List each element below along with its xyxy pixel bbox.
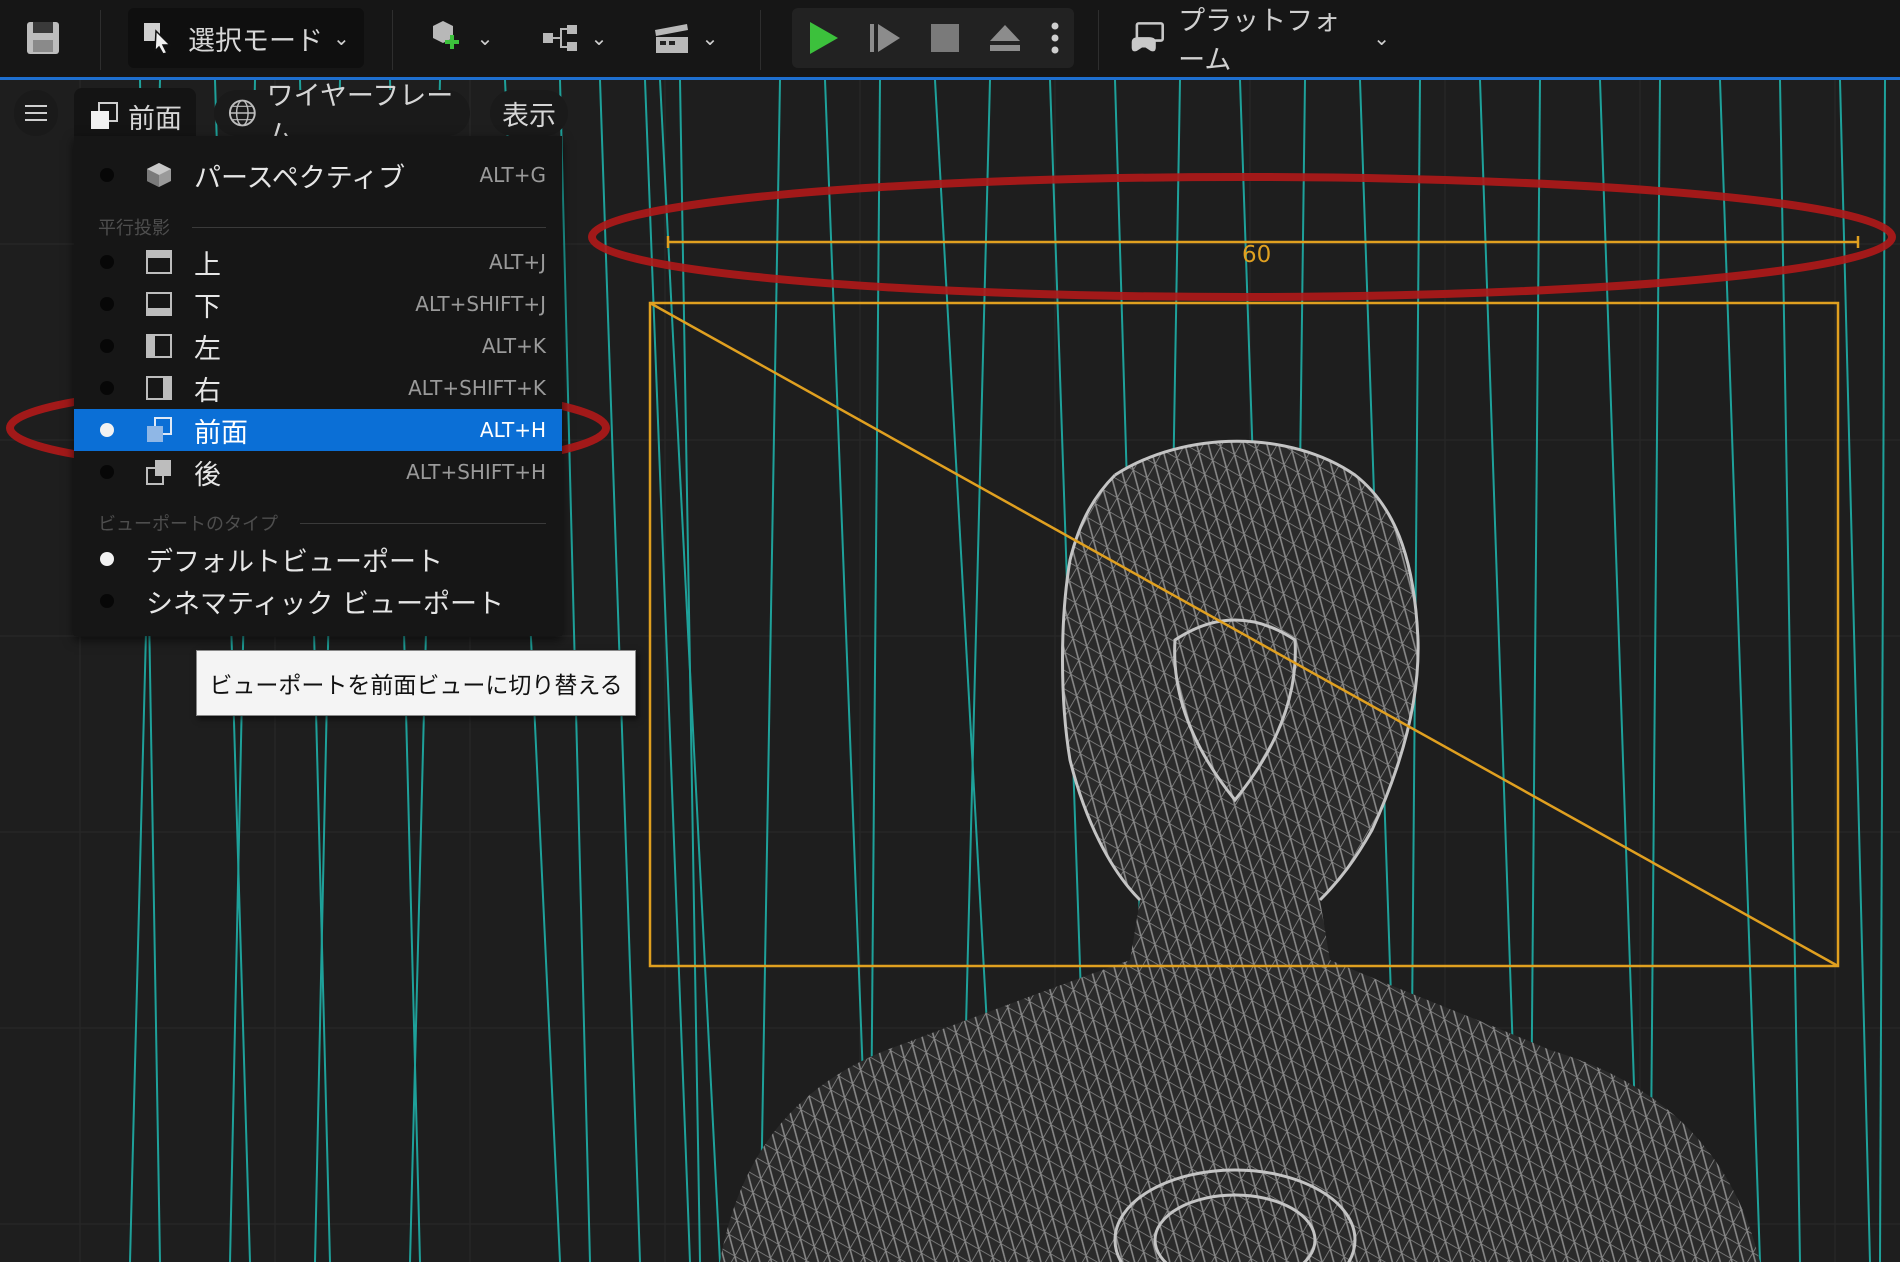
menu-item-right[interactable]: 右 ALT+SHIFT+K	[74, 367, 562, 409]
toolbar-divider	[100, 10, 101, 70]
menu-item-label: 左	[194, 333, 221, 365]
menu-item-label: パースペクティブ	[194, 162, 406, 194]
radio-dot	[100, 594, 114, 608]
toolbar-divider	[392, 10, 393, 70]
menu-item-label: 上	[194, 249, 221, 281]
shortcut-label: ALT+SHIFT+J	[415, 292, 546, 316]
radio-dot	[100, 168, 114, 182]
menu-item-cinematic-viewport[interactable]: シネマティック ビューポート	[74, 580, 562, 622]
menu-item-label: 下	[194, 291, 221, 323]
show-flags-button[interactable]: 表示	[490, 90, 568, 136]
wireframe-character	[720, 441, 1760, 1262]
shortcut-label: ALT+J	[489, 250, 546, 274]
radio-dot	[100, 255, 114, 269]
bottom-view-icon	[146, 292, 172, 316]
stop-icon[interactable]	[930, 23, 960, 53]
step-forward-icon[interactable]	[868, 20, 902, 56]
perspective-cube-icon	[147, 163, 171, 187]
platforms-label: プラットフォーム	[1178, 6, 1341, 76]
hamburger-menu-icon	[25, 105, 47, 121]
menu-item-label: 右	[194, 375, 221, 407]
selection-mode-dropdown[interactable]: 選択モード ⌄	[128, 8, 364, 68]
front-view-icon	[91, 102, 118, 129]
save-icon	[27, 22, 59, 54]
shortcut-label: ALT+K	[481, 334, 546, 358]
toolbar-divider	[1098, 10, 1099, 70]
front-view-icon	[147, 417, 172, 442]
menu-item-perspective[interactable]: パースペクティブ ALT+G	[74, 154, 562, 196]
radio-dot-selected	[100, 552, 114, 566]
menu-item-top[interactable]: 上 ALT+J	[74, 241, 562, 283]
blueprint-button[interactable]: ⌄	[534, 10, 614, 66]
radio-dot	[100, 465, 114, 479]
menu-item-bottom[interactable]: 下 ALT+SHIFT+J	[74, 283, 562, 325]
chevron-down-icon: ⌄	[701, 26, 719, 50]
radio-dot	[100, 381, 114, 395]
radio-dot	[100, 297, 114, 311]
view-type-label: 前面	[128, 103, 182, 135]
menu-item-default-viewport[interactable]: デフォルトビューポート	[74, 538, 562, 580]
main-toolbar: 選択モード ⌄ ⌄ ⌄ ⌄ プラットフォーム ⌄	[0, 0, 1900, 80]
play-icon[interactable]	[806, 20, 840, 56]
blueprint-icon	[542, 25, 577, 51]
platform-icon	[1131, 22, 1164, 52]
menu-item-label: 前面	[194, 417, 248, 449]
platforms-dropdown[interactable]: プラットフォーム ⌄	[1130, 6, 1390, 76]
toolbar-divider	[760, 10, 761, 70]
cursor-icon	[144, 23, 172, 55]
chevron-down-icon: ⌄	[333, 26, 350, 50]
chevron-down-icon: ⌄	[476, 26, 494, 50]
radio-dot	[100, 339, 114, 353]
measurement-label: 60	[1242, 242, 1272, 268]
level-viewport[interactable]: 60 前面 ワイヤーフレーム 表示	[0, 80, 1900, 1262]
menu-item-label: デフォルトビューポート	[146, 546, 443, 578]
menu-item-label: シネマティック ビューポート	[146, 588, 504, 620]
clapperboard-icon	[654, 24, 688, 53]
add-actor-button[interactable]: ⌄	[420, 10, 500, 66]
shortcut-label: ALT+H	[479, 418, 546, 442]
tooltip: ビューポートを前面ビューに切り替える	[196, 650, 636, 716]
back-view-icon	[146, 460, 171, 485]
selection-mode-label: 選択モード	[188, 25, 323, 57]
wireframe-sphere-icon	[228, 99, 256, 127]
eject-icon[interactable]	[988, 23, 1022, 53]
shortcut-label: ALT+SHIFT+K	[408, 376, 546, 400]
viewport-options-button[interactable]	[14, 90, 58, 136]
menu-item-front[interactable]: 前面 ALT+H	[74, 409, 562, 451]
menu-item-back[interactable]: 後 ALT+SHIFT+H	[74, 451, 562, 493]
right-view-icon	[146, 376, 172, 400]
add-actor-icon	[432, 21, 459, 49]
save-button[interactable]	[14, 10, 72, 66]
section-header-orthographic: 平行投影	[98, 214, 546, 240]
section-header-viewport-type: ビューポートのタイプ	[98, 510, 546, 536]
view-type-menu: パースペクティブ ALT+G 平行投影 上 ALT+J 下 ALT+SHIFT+…	[74, 136, 562, 636]
top-view-icon	[146, 250, 172, 274]
view-mode-button[interactable]: ワイヤーフレーム	[214, 81, 470, 151]
shortcut-label: ALT+SHIFT+H	[406, 460, 546, 484]
shortcut-label: ALT+G	[479, 163, 546, 187]
play-controls	[792, 8, 1074, 68]
cinematics-button[interactable]: ⌄	[645, 10, 725, 66]
menu-item-label: 後	[194, 459, 221, 491]
left-view-icon	[146, 334, 172, 358]
show-flags-label: 表示	[502, 100, 556, 132]
menu-item-left[interactable]: 左 ALT+K	[74, 325, 562, 367]
radio-dot-selected	[100, 423, 114, 437]
more-options-icon[interactable]	[1050, 20, 1060, 56]
chevron-down-icon: ⌄	[590, 26, 608, 50]
chevron-down-icon: ⌄	[1373, 26, 1390, 50]
